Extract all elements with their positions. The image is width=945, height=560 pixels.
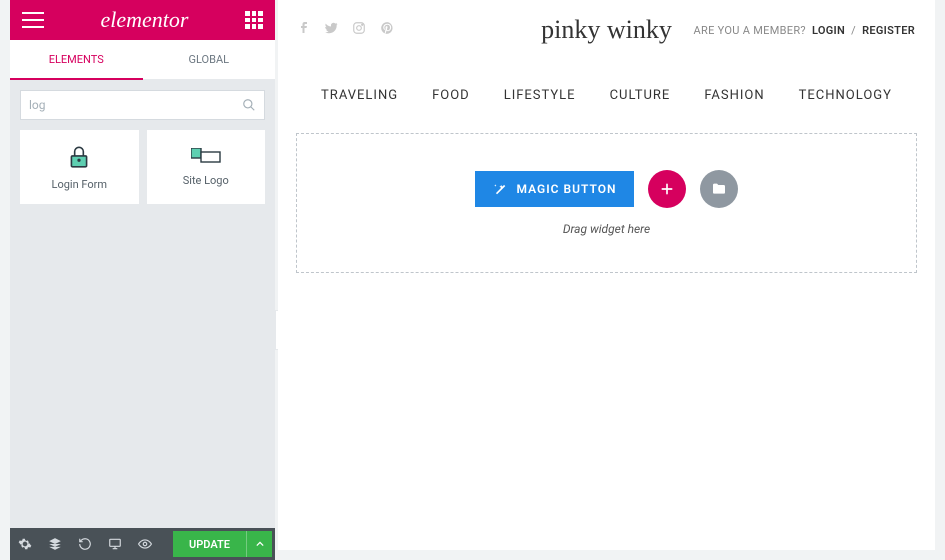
- site-topbar: pinky winky ARE YOU A MEMBER? LOGIN / RE…: [278, 0, 935, 60]
- magic-button-label: MAGIC BUTTON: [517, 182, 617, 196]
- add-section-button[interactable]: [648, 170, 686, 208]
- elementor-panel: elementor ELEMENTS GLOBAL Login Form Sit…: [10, 0, 275, 560]
- preview-icon[interactable]: [130, 528, 160, 560]
- elementor-brand: elementor: [101, 7, 189, 33]
- login-link[interactable]: LOGIN: [812, 24, 845, 37]
- wand-icon: [493, 182, 507, 196]
- navigator-icon[interactable]: [40, 528, 70, 560]
- main-nav: TRAVELING FOOD LIFESTYLE CULTURE FASHION…: [278, 60, 935, 129]
- widgets-grid-icon[interactable]: [245, 11, 263, 29]
- tab-global[interactable]: GLOBAL: [143, 40, 276, 80]
- nav-item[interactable]: TECHNOLOGY: [799, 88, 892, 103]
- dropzone-actions: MAGIC BUTTON: [475, 170, 739, 208]
- update-button[interactable]: UPDATE: [173, 531, 246, 557]
- magic-button[interactable]: MAGIC BUTTON: [475, 171, 635, 207]
- editor-canvas: pinky winky ARE YOU A MEMBER? LOGIN / RE…: [278, 0, 935, 550]
- folder-icon: [711, 181, 727, 197]
- widget-site-logo[interactable]: Site Logo: [147, 130, 266, 204]
- search-icon: [242, 98, 256, 112]
- nav-item[interactable]: LIFESTYLE: [504, 88, 576, 103]
- widgets-list: Login Form Site Logo: [10, 130, 275, 204]
- hamburger-icon[interactable]: [22, 12, 44, 28]
- update-options-button[interactable]: [246, 531, 272, 557]
- instagram-icon[interactable]: [352, 21, 366, 39]
- panel-footer: UPDATE: [10, 528, 275, 560]
- caret-up-icon: [256, 540, 264, 548]
- widget-label: Login Form: [52, 178, 107, 191]
- widget-label: Site Logo: [183, 174, 229, 187]
- responsive-icon[interactable]: [100, 528, 130, 560]
- settings-icon[interactable]: [10, 528, 40, 560]
- empty-section-dropzone[interactable]: MAGIC BUTTON Drag widget here: [296, 133, 917, 273]
- nav-item[interactable]: CULTURE: [610, 88, 671, 103]
- plus-icon: [659, 181, 675, 197]
- template-library-button[interactable]: [700, 170, 738, 208]
- widget-login-form[interactable]: Login Form: [20, 130, 139, 204]
- history-icon[interactable]: [70, 528, 100, 560]
- register-link[interactable]: REGISTER: [862, 24, 915, 37]
- search-box: [20, 90, 265, 120]
- panel-tabs: ELEMENTS GLOBAL: [10, 40, 275, 80]
- panel-header: elementor: [10, 0, 275, 40]
- lock-icon: [66, 144, 92, 170]
- drag-hint: Drag widget here: [563, 222, 650, 236]
- nav-item[interactable]: TRAVELING: [321, 88, 398, 103]
- facebook-icon[interactable]: [298, 21, 310, 39]
- social-icons: [298, 21, 394, 39]
- site-logo-text: pinky winky: [541, 15, 672, 45]
- member-prompt: ARE YOU A MEMBER?: [694, 24, 806, 37]
- nav-item[interactable]: FASHION: [704, 88, 764, 103]
- search-input[interactable]: [29, 98, 242, 112]
- search-wrap: [10, 80, 275, 130]
- tab-elements[interactable]: ELEMENTS: [10, 40, 143, 80]
- member-links: ARE YOU A MEMBER? LOGIN / REGISTER: [694, 24, 915, 37]
- pinterest-icon[interactable]: [380, 21, 394, 39]
- twitter-icon[interactable]: [324, 21, 338, 39]
- nav-item[interactable]: FOOD: [432, 88, 470, 103]
- logo-icon: [191, 148, 221, 166]
